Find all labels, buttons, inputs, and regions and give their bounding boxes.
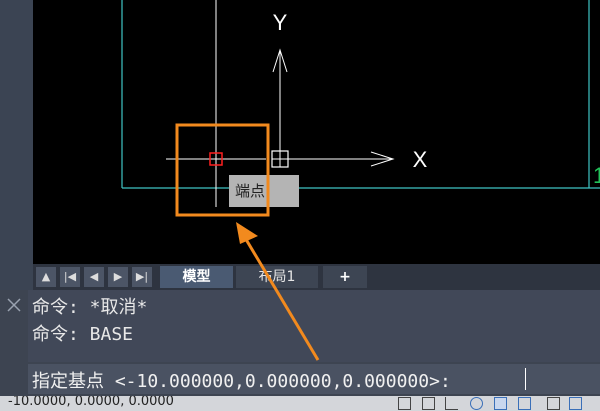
ucs-x-label: X bbox=[413, 147, 428, 172]
command-prompt: 指定基点 <-10.000000,0.000000,0.000000>: bbox=[32, 371, 451, 392]
canvas-graphics: Y X 1 bbox=[121, 0, 600, 207]
history-line: 命令: *取消* bbox=[32, 297, 148, 318]
snap-tooltip: 端点 bbox=[229, 175, 299, 207]
ducs-icon[interactable] bbox=[547, 397, 560, 410]
polar-icon[interactable] bbox=[470, 397, 483, 410]
ortho-icon[interactable] bbox=[445, 397, 458, 410]
otrack-icon[interactable] bbox=[518, 397, 531, 410]
cursor-coordinates: -10.0000, 0.0000, 0.0000 bbox=[8, 396, 174, 409]
tab-layout1[interactable]: 布局1 bbox=[236, 266, 318, 288]
layout-tab-bar: ▲ |◀ ◀ ▶ ▶| 模型 布局1 + bbox=[33, 264, 600, 290]
prev-tab-button[interactable]: ◀ bbox=[84, 267, 104, 287]
text-caret bbox=[525, 368, 526, 390]
snap-mode-icon[interactable] bbox=[422, 397, 435, 410]
left-palette-strip bbox=[0, 0, 33, 290]
status-bar: -10.0000, 0.0000, 0.0000 bbox=[0, 396, 600, 411]
close-icon[interactable] bbox=[3, 294, 25, 316]
autocad-window: { "canvas": { "axis_x_label": "X", "axis… bbox=[0, 0, 600, 411]
osnap-icon[interactable] bbox=[494, 397, 507, 410]
grid-icon[interactable] bbox=[398, 397, 411, 410]
drawing-canvas[interactable]: Y X 1 端点 bbox=[33, 0, 600, 264]
last-tab-button[interactable]: ▶| bbox=[132, 267, 152, 287]
command-input[interactable]: 指定基点 <-10.000000,0.000000,0.000000>: bbox=[28, 364, 600, 394]
dyn-icon[interactable] bbox=[569, 397, 582, 410]
command-history: 命令: *取消* 命令: BASE bbox=[28, 290, 600, 362]
add-layout-button[interactable]: + bbox=[323, 266, 367, 288]
history-line: 命令: BASE bbox=[32, 324, 134, 345]
tab-model[interactable]: 模型 bbox=[160, 266, 233, 288]
scroll-up-button[interactable]: ▲ bbox=[36, 267, 56, 287]
first-tab-button[interactable]: |◀ bbox=[60, 267, 80, 287]
ucs-y-label: Y bbox=[273, 10, 288, 35]
command-line-panel: 命令: *取消* 命令: BASE 指定基点 <-10.000000,0.000… bbox=[0, 290, 600, 396]
edge-marker-text: 1 bbox=[593, 163, 600, 188]
next-tab-button[interactable]: ▶ bbox=[108, 267, 128, 287]
